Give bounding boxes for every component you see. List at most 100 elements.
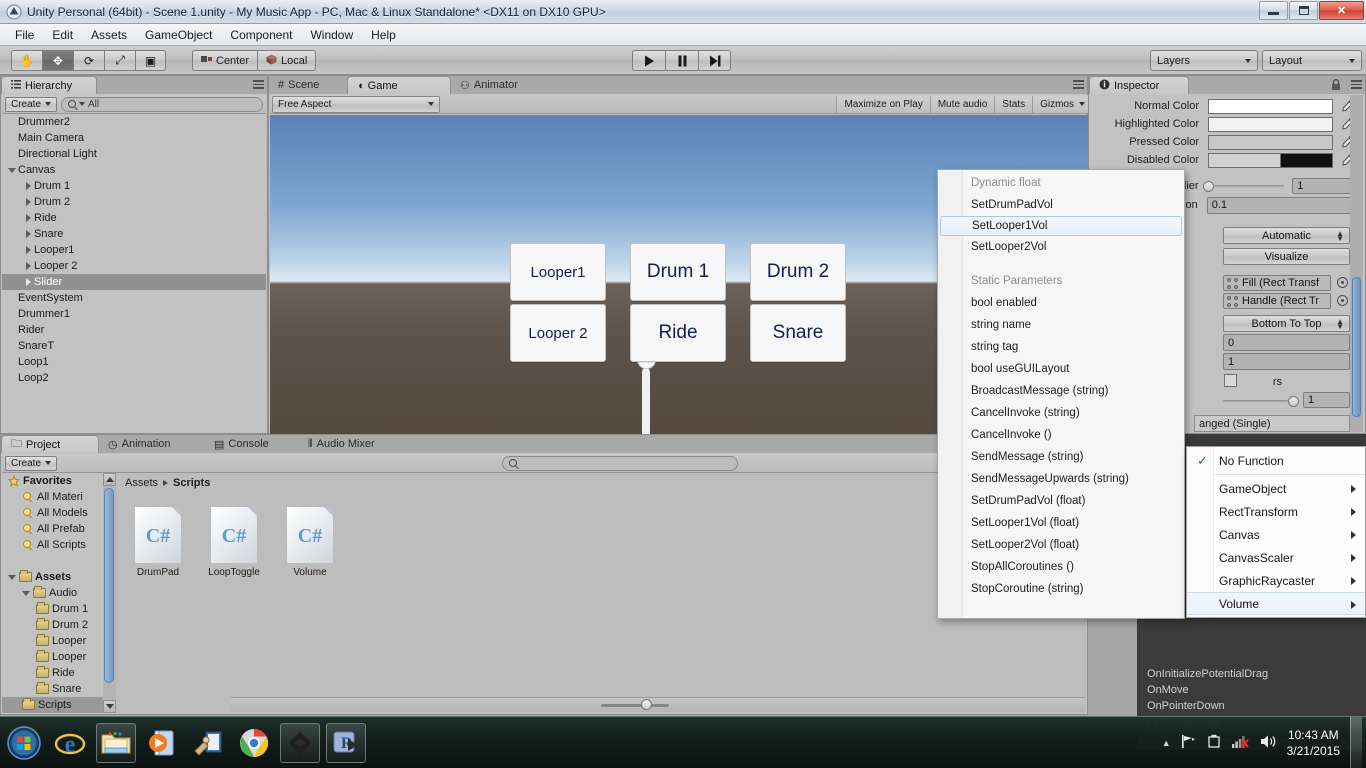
twisty-right-icon[interactable] bbox=[22, 182, 34, 190]
function-menu-item-cancelinvoke-string[interactable]: CancelInvoke (string) bbox=[938, 402, 1184, 424]
inspector-scroll-thumb[interactable] bbox=[1352, 277, 1361, 417]
event-item-oninitializepotentialdrag[interactable]: OnInitializePotentialDrag bbox=[1137, 666, 1366, 682]
context-menu-item-volume[interactable]: Volume bbox=[1187, 592, 1365, 615]
aspect-ratio-dropdown[interactable]: Free Aspect bbox=[272, 95, 440, 113]
menu-item-window[interactable]: Window bbox=[301, 26, 362, 44]
game-button-ride[interactable]: Ride bbox=[630, 304, 726, 362]
fade-duration-value[interactable]: 0.1 bbox=[1206, 196, 1353, 214]
battery-icon[interactable] bbox=[1207, 734, 1222, 752]
tab-audio-mixer[interactable]: ⫴ Audio Mixer bbox=[299, 435, 411, 453]
color-swatch[interactable] bbox=[1208, 152, 1333, 168]
fill-rect-select-icon[interactable] bbox=[1337, 277, 1348, 288]
value-slider[interactable] bbox=[1223, 393, 1299, 409]
volume-icon[interactable] bbox=[1260, 734, 1277, 752]
hand-tool[interactable]: ✋ bbox=[11, 50, 42, 71]
function-menu-item-setlooper2vol[interactable]: SetLooper2Vol bbox=[938, 236, 1184, 258]
game-menu-icon[interactable] bbox=[1070, 80, 1084, 90]
stats-button[interactable]: Stats bbox=[994, 95, 1033, 113]
clock[interactable]: 10:43 AM 3/21/2015 bbox=[1287, 727, 1340, 759]
layout-dropdown[interactable]: Layout bbox=[1262, 50, 1362, 71]
context-menu-item-canvasscaler[interactable]: CanvasScaler bbox=[1187, 546, 1365, 569]
visualize-button[interactable]: Visualize bbox=[1223, 248, 1350, 265]
lock-icon[interactable] bbox=[1331, 79, 1341, 94]
internet-explorer-icon[interactable]: e bbox=[50, 723, 90, 763]
function-menu-item-stopcoroutine-string[interactable]: StopCoroutine (string) bbox=[938, 578, 1184, 600]
color-swatch[interactable] bbox=[1208, 134, 1333, 150]
function-menu-item-bool-enabled[interactable]: bool enabled bbox=[938, 292, 1184, 314]
network-signal-icon[interactable] bbox=[1231, 734, 1250, 752]
game-button-looper-2[interactable]: Looper 2 bbox=[510, 304, 606, 362]
start-button-icon[interactable] bbox=[4, 723, 44, 763]
tab-console[interactable]: ▤ Console bbox=[205, 435, 299, 453]
game-button-drum-1[interactable]: Drum 1 bbox=[630, 243, 726, 301]
file-explorer-icon[interactable] bbox=[96, 722, 136, 763]
scroll-down-button[interactable] bbox=[103, 700, 116, 713]
hierarchy-item-looper1[interactable]: Looper1 bbox=[2, 242, 266, 258]
function-menu-item-sendmessageupwards-string[interactable]: SendMessageUpwards (string) bbox=[938, 468, 1184, 490]
event-item-onpointerdown[interactable]: OnPointerDown bbox=[1137, 698, 1366, 714]
handle-rect-object-field[interactable]: Handle (Rect Tr bbox=[1223, 293, 1331, 309]
hierarchy-item-main-camera[interactable]: Main Camera bbox=[2, 130, 266, 146]
project-tree-item-looper[interactable]: Looper bbox=[2, 633, 115, 649]
project-tree-item-looper[interactable]: Looper bbox=[2, 649, 115, 665]
whole-numbers-checkbox[interactable] bbox=[1224, 374, 1237, 387]
min-value-field[interactable]: 0 bbox=[1223, 334, 1350, 351]
function-menu-item-setlooper2vol-float[interactable]: SetLooper2Vol (float) bbox=[938, 534, 1184, 556]
media-player-icon[interactable] bbox=[142, 723, 182, 763]
scroll-up-button[interactable] bbox=[103, 473, 116, 486]
maximize-on-play-button[interactable]: Maximize on Play bbox=[836, 95, 930, 113]
twisty-right-icon[interactable] bbox=[22, 278, 34, 286]
color-swatch[interactable] bbox=[1208, 116, 1333, 132]
function-menu-item-broadcastmessage-string[interactable]: BroadcastMessage (string) bbox=[938, 380, 1184, 402]
pivot-center-button[interactable]: Center bbox=[192, 50, 258, 71]
hierarchy-item-drummer1[interactable]: Drummer1 bbox=[2, 306, 266, 322]
zoom-slider-knob[interactable] bbox=[641, 698, 652, 710]
component-context-menu[interactable]: ✓ No Function GameObject RectTransform Canva… bbox=[1186, 446, 1366, 618]
menu-item-component[interactable]: Component bbox=[221, 26, 301, 44]
color-swatch[interactable] bbox=[1208, 98, 1333, 114]
value-number-field[interactable]: 1 bbox=[1303, 392, 1350, 408]
project-scroll-thumb[interactable] bbox=[104, 488, 114, 683]
paint-icon[interactable] bbox=[188, 723, 228, 763]
project-tree-item-all-models[interactable]: All Models bbox=[2, 505, 115, 521]
direction-dropdown[interactable]: Bottom To Top ▲ ▼ bbox=[1223, 315, 1350, 332]
slider-knob[interactable] bbox=[1288, 395, 1299, 407]
function-menu-item-cancelinvoke[interactable]: CancelInvoke () bbox=[938, 424, 1184, 446]
function-dropdown-menu[interactable]: Dynamic float SetDrumPadVol SetLooper1Vol S… bbox=[937, 169, 1185, 619]
handle-rect-select-icon[interactable] bbox=[1337, 295, 1348, 306]
project-tree-item-ride[interactable]: Ride bbox=[2, 665, 115, 681]
scale-tool[interactable]: ⤢ bbox=[104, 50, 135, 71]
hierarchy-item-loop2[interactable]: Loop2 bbox=[2, 370, 266, 386]
hierarchy-item-ride[interactable]: Ride bbox=[2, 210, 266, 226]
project-create-button[interactable]: Create bbox=[5, 455, 58, 471]
function-menu-item-stopallcoroutines[interactable]: StopAllCoroutines () bbox=[938, 556, 1184, 578]
pause-button[interactable] bbox=[665, 50, 698, 71]
rotate-tool[interactable]: ⟳ bbox=[73, 50, 104, 71]
project-tree-item-drum-1[interactable]: Drum 1 bbox=[2, 601, 115, 617]
tab-animator[interactable]: ⚇ Animator bbox=[451, 76, 541, 94]
tab-inspector[interactable]: Inspector bbox=[1089, 76, 1189, 94]
menu-item-gameobject[interactable]: GameObject bbox=[136, 26, 221, 44]
game-button-looper1[interactable]: Looper1 bbox=[510, 243, 606, 301]
asset-item-looptoggle[interactable]: C# LoopToggle bbox=[204, 506, 264, 578]
move-tool[interactable]: ✥ bbox=[42, 50, 73, 71]
hierarchy-item-rider[interactable]: Rider bbox=[2, 322, 266, 338]
tab-hierarchy[interactable]: Hierarchy bbox=[1, 76, 97, 94]
function-menu-item-setlooper1vol[interactable]: SetLooper1Vol bbox=[940, 216, 1182, 236]
inspector-scrollbar[interactable] bbox=[1350, 95, 1363, 432]
function-menu-item-bool-useguilayout[interactable]: bool useGUILayout bbox=[938, 358, 1184, 380]
function-menu-item-setlooper1vol-float[interactable]: SetLooper1Vol (float) bbox=[938, 512, 1184, 534]
color-multiplier-value[interactable]: 1 bbox=[1292, 178, 1353, 194]
hierarchy-tree[interactable]: Drummer2 Main Camera Directional Light Canv… bbox=[2, 114, 266, 432]
fill-rect-object-field[interactable]: Fill (Rect Transf bbox=[1223, 275, 1331, 291]
context-menu-item-recttransform[interactable]: RectTransform bbox=[1187, 500, 1365, 523]
hierarchy-search-input[interactable]: All bbox=[61, 96, 263, 112]
event-item-onmove[interactable]: OnMove bbox=[1137, 682, 1366, 698]
hierarchy-item-drum-2[interactable]: Drum 2 bbox=[2, 194, 266, 210]
asset-item-volume[interactable]: C# Volume bbox=[280, 506, 340, 578]
hierarchy-item-canvas[interactable]: Canvas bbox=[2, 162, 266, 178]
game-button-snare[interactable]: Snare bbox=[750, 304, 846, 362]
game-button-drum-2[interactable]: Drum 2 bbox=[750, 243, 846, 301]
breadcrumb-item[interactable]: Scripts bbox=[173, 477, 210, 489]
project-tree-scrollbar[interactable] bbox=[103, 473, 116, 713]
